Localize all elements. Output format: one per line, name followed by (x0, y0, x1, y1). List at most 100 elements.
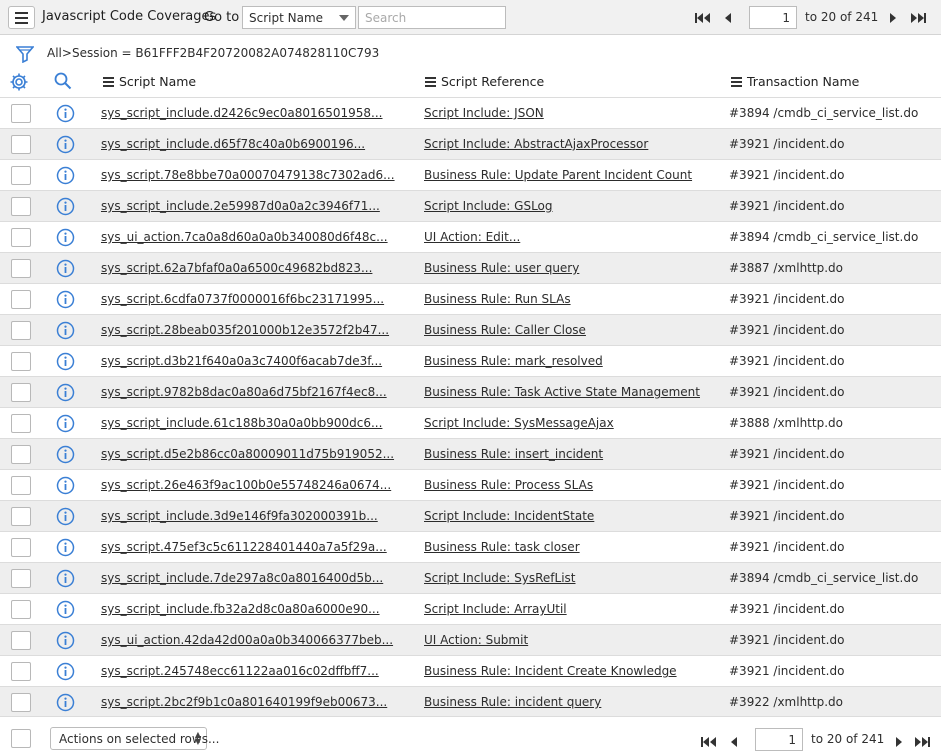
script-reference-link[interactable]: Business Rule: Incident Create Knowledge (424, 664, 677, 678)
search-icon[interactable] (54, 72, 72, 90)
script-name-link[interactable]: sys_script.28beab035f201000b12e3572f2b47… (101, 323, 389, 337)
first-page-icon[interactable] (694, 10, 712, 26)
info-circle-icon[interactable] (56, 662, 75, 681)
script-reference-link[interactable]: Business Rule: Task Active State Managem… (424, 385, 700, 399)
row-checkbox[interactable] (11, 383, 31, 402)
script-name-link[interactable]: sys_script.9782b8dac0a80a6d75bf2167f4ec8… (101, 385, 387, 399)
script-name-link[interactable]: sys_script_include.61c188b30a0a0bb900dc6… (101, 416, 382, 430)
list-menu-button[interactable] (8, 6, 35, 29)
script-name-link[interactable]: sys_script.6cdfa0737f0000016f6bc23171995… (101, 292, 384, 306)
breadcrumb-filter-session[interactable]: Session = B61FFF2B4F20720082A074828110C7… (72, 46, 379, 60)
script-name-link[interactable]: sys_script.26e463f9ac100b0e55748246a0674… (101, 478, 391, 492)
info-circle-icon[interactable] (56, 538, 75, 557)
page-number-input[interactable] (755, 728, 803, 751)
script-reference-link[interactable]: Business Rule: incident query (424, 695, 601, 709)
info-circle-icon[interactable] (56, 569, 75, 588)
script-name-link[interactable]: sys_ui_action.7ca0a8d60a0a0b340080d6f48c… (101, 230, 388, 244)
search-input[interactable] (358, 6, 506, 29)
info-circle-icon[interactable] (56, 414, 75, 433)
row-checkbox[interactable] (11, 538, 31, 557)
row-checkbox[interactable] (11, 569, 31, 588)
row-checkbox[interactable] (11, 631, 31, 650)
script-name-link[interactable]: sys_script.2bc2f9b1c0a801640199f9eb00673… (101, 695, 387, 709)
last-page-icon[interactable] (913, 734, 931, 750)
script-name-link[interactable]: sys_ui_action.42da42d00a0a0b340066377beb… (101, 633, 393, 647)
row-checkbox[interactable] (11, 135, 31, 154)
script-reference-link[interactable]: Business Rule: Run SLAs (424, 292, 571, 306)
info-circle-icon[interactable] (56, 445, 75, 464)
row-checkbox[interactable] (11, 693, 31, 712)
info-circle-icon[interactable] (56, 352, 75, 371)
column-header-script-reference[interactable]: Script Reference (425, 74, 544, 89)
actions-on-selected-select[interactable]: Actions on selected rows... ▲ ▼ (50, 727, 219, 750)
script-reference-link[interactable]: Business Rule: user query (424, 261, 579, 275)
row-checkbox[interactable] (11, 228, 31, 247)
prev-page-icon[interactable] (719, 10, 737, 26)
script-reference-link[interactable]: UI Action: Submit (424, 633, 528, 647)
row-checkbox[interactable] (11, 352, 31, 371)
row-checkbox[interactable] (11, 414, 31, 433)
script-name-link[interactable]: sys_script.245748ecc61122aa016c02dffbff7… (101, 664, 379, 678)
info-circle-icon[interactable] (56, 383, 75, 402)
script-reference-link[interactable]: Business Rule: Caller Close (424, 323, 586, 337)
row-checkbox[interactable] (11, 600, 31, 619)
script-reference-link[interactable]: Business Rule: task closer (424, 540, 580, 554)
script-reference-link[interactable]: Script Include: ArrayUtil (424, 602, 567, 616)
script-reference-link[interactable]: Script Include: SysRefList (424, 571, 576, 585)
script-reference-link[interactable]: Script Include: IncidentState (424, 509, 594, 523)
row-checkbox[interactable] (11, 507, 31, 526)
row-checkbox[interactable] (11, 290, 31, 309)
info-circle-icon[interactable] (56, 631, 75, 650)
column-menu-icon[interactable] (103, 76, 114, 87)
script-name-link[interactable]: sys_script_include.3d9e146f9fa302000391b… (101, 509, 378, 523)
script-reference-link[interactable]: Business Rule: insert_incident (424, 447, 603, 461)
row-checkbox[interactable] (11, 166, 31, 185)
row-checkbox[interactable] (11, 476, 31, 495)
gear-icon[interactable] (9, 72, 29, 92)
row-checkbox[interactable] (11, 104, 31, 123)
info-circle-icon[interactable] (56, 693, 75, 712)
script-name-link[interactable]: sys_script.d3b21f640a0a3c7400f6acab7de3f… (101, 354, 382, 368)
goto-field-select[interactable]: Script Name (242, 6, 356, 29)
script-name-link[interactable]: sys_script_include.fb32a2d8c0a80a6000e90… (101, 602, 380, 616)
column-header-script-name[interactable]: Script Name (103, 74, 196, 89)
script-reference-link[interactable]: Script Include: SysMessageAjax (424, 416, 614, 430)
info-circle-icon[interactable] (56, 290, 75, 309)
column-menu-icon[interactable] (425, 76, 436, 87)
script-reference-link[interactable]: Script Include: GSLog (424, 199, 553, 213)
script-reference-link[interactable]: Script Include: JSON (424, 106, 544, 120)
info-circle-icon[interactable] (56, 259, 75, 278)
script-name-link[interactable]: sys_script.475ef3c5c611228401440a7a5f29a… (101, 540, 387, 554)
next-page-icon[interactable] (890, 734, 908, 750)
script-name-link[interactable]: sys_script.78e8bbe70a00070479138c7302ad6… (101, 168, 395, 182)
page-number-input[interactable] (749, 6, 797, 29)
script-name-link[interactable]: sys_script_include.d65f78c40a0b6900196..… (101, 137, 365, 151)
script-name-link[interactable]: sys_script.62a7bfaf0a0a6500c49682bd823..… (101, 261, 372, 275)
script-name-link[interactable]: sys_script_include.d2426c9ec0a8016501958… (101, 106, 382, 120)
column-header-transaction-name[interactable]: Transaction Name (731, 74, 859, 89)
script-reference-link[interactable]: Business Rule: Process SLAs (424, 478, 593, 492)
info-circle-icon[interactable] (56, 135, 75, 154)
row-checkbox[interactable] (11, 259, 31, 278)
first-page-icon[interactable] (700, 734, 718, 750)
script-name-link[interactable]: sys_script.d5e2b86cc0a80009011d75b919052… (101, 447, 394, 461)
select-all-checkbox[interactable] (11, 729, 31, 748)
info-circle-icon[interactable] (56, 321, 75, 340)
prev-page-icon[interactable] (725, 734, 743, 750)
info-circle-icon[interactable] (56, 228, 75, 247)
row-checkbox[interactable] (11, 197, 31, 216)
info-circle-icon[interactable] (56, 507, 75, 526)
breadcrumb-all[interactable]: All (47, 46, 62, 60)
row-checkbox[interactable] (11, 321, 31, 340)
row-checkbox[interactable] (11, 662, 31, 681)
row-checkbox[interactable] (11, 445, 31, 464)
last-page-icon[interactable] (909, 10, 927, 26)
script-reference-link[interactable]: Script Include: AbstractAjaxProcessor (424, 137, 648, 151)
filter-icon[interactable] (16, 45, 34, 63)
next-page-icon[interactable] (884, 10, 902, 26)
script-name-link[interactable]: sys_script_include.2e59987d0a0a2c3946f71… (101, 199, 380, 213)
script-name-link[interactable]: sys_script_include.7de297a8c0a8016400d5b… (101, 571, 383, 585)
info-circle-icon[interactable] (56, 166, 75, 185)
info-circle-icon[interactable] (56, 476, 75, 495)
script-reference-link[interactable]: UI Action: Edit... (424, 230, 520, 244)
